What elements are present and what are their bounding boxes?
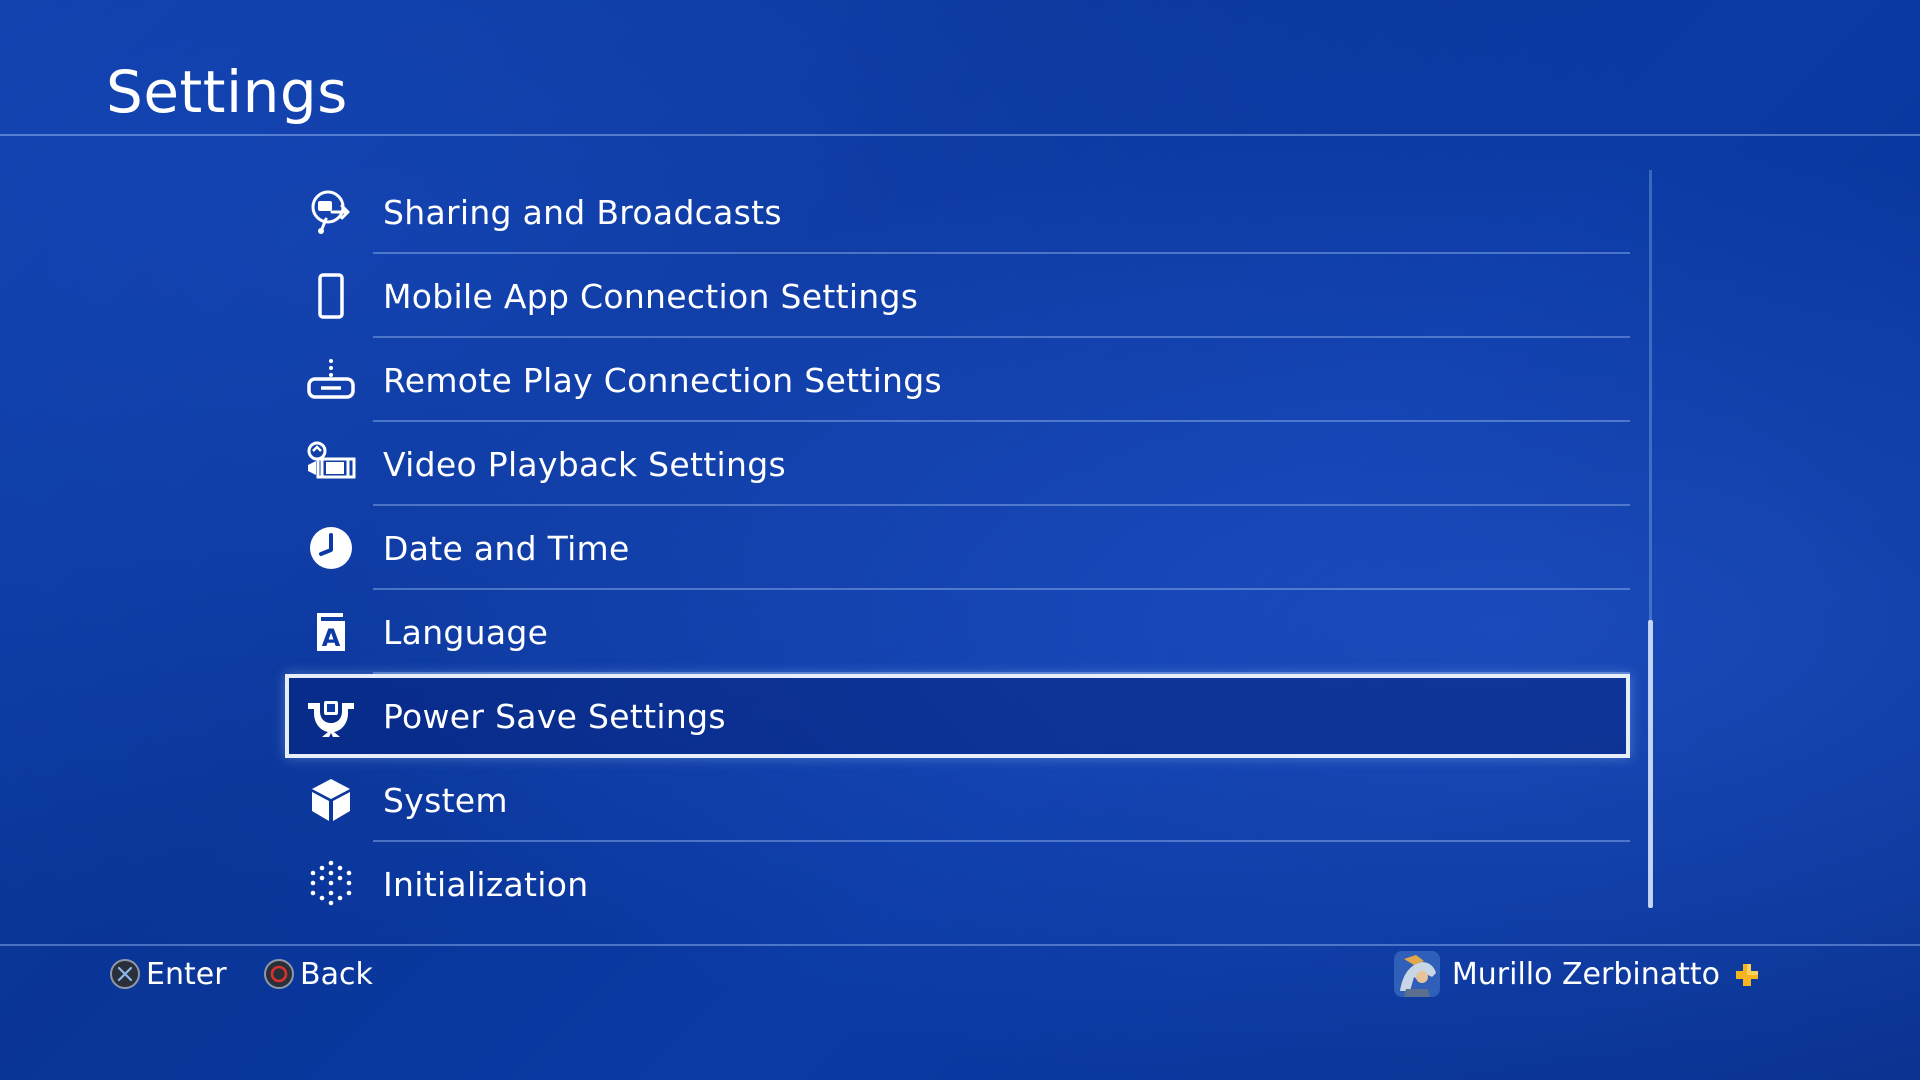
page-title: Settings — [106, 58, 348, 126]
cube-icon — [301, 770, 361, 830]
menu-item-sharing-and-broadcasts[interactable]: Sharing and Broadcasts — [285, 170, 1630, 254]
menu-item-label: Remote Play Connection Settings — [383, 360, 942, 400]
header-divider — [0, 134, 1920, 136]
ps-plus-icon — [1734, 961, 1760, 987]
svg-text:A: A — [322, 624, 341, 652]
menu-item-label: Power Save Settings — [383, 696, 726, 736]
menu-item-remote-play-connection[interactable]: Remote Play Connection Settings — [285, 338, 1630, 422]
cross-button-icon — [110, 959, 140, 989]
menu-item-mobile-app-connection[interactable]: Mobile App Connection Settings — [285, 254, 1630, 338]
menu-item-initialization[interactable]: Initialization — [285, 842, 1630, 926]
enter-label: Enter — [146, 956, 227, 992]
footer-divider — [0, 944, 1920, 946]
back-hint[interactable]: Back — [264, 952, 373, 996]
video-film-icon — [301, 434, 361, 494]
power-save-icon — [301, 686, 361, 746]
back-label: Back — [300, 956, 373, 992]
settings-menu: Sharing and Broadcasts Mobile App Connec… — [285, 170, 1630, 926]
menu-item-system[interactable]: System — [285, 758, 1630, 842]
circle-button-icon — [264, 959, 294, 989]
smartphone-icon — [301, 266, 361, 326]
menu-item-label: Sharing and Broadcasts — [383, 192, 782, 232]
menu-item-label: System — [383, 780, 508, 820]
menu-item-label: Mobile App Connection Settings — [383, 276, 919, 316]
language-icon: A — [301, 602, 361, 662]
menu-item-video-playback[interactable]: Video Playback Settings — [285, 422, 1630, 506]
clock-icon — [301, 518, 361, 578]
dotted-cube-icon — [301, 854, 361, 914]
menu-item-label: Video Playback Settings — [383, 444, 786, 484]
menu-item-power-save-settings[interactable]: Power Save Settings — [285, 674, 1630, 758]
menu-item-date-and-time[interactable]: Date and Time — [285, 506, 1630, 590]
remote-play-icon — [301, 350, 361, 410]
menu-item-label: Initialization — [383, 864, 589, 904]
scrollbar-thumb[interactable] — [1648, 620, 1653, 908]
user-name: Murillo Zerbinatto — [1451, 956, 1720, 992]
menu-item-language[interactable]: A Language — [285, 590, 1630, 674]
menu-item-label: Language — [383, 612, 549, 652]
avatar — [1393, 951, 1440, 997]
share-broadcast-icon — [301, 182, 361, 242]
menu-item-label: Date and Time — [383, 528, 630, 568]
user-profile: Murillo Zerbinatto — [1393, 948, 1760, 1000]
enter-hint[interactable]: Enter — [110, 952, 227, 996]
